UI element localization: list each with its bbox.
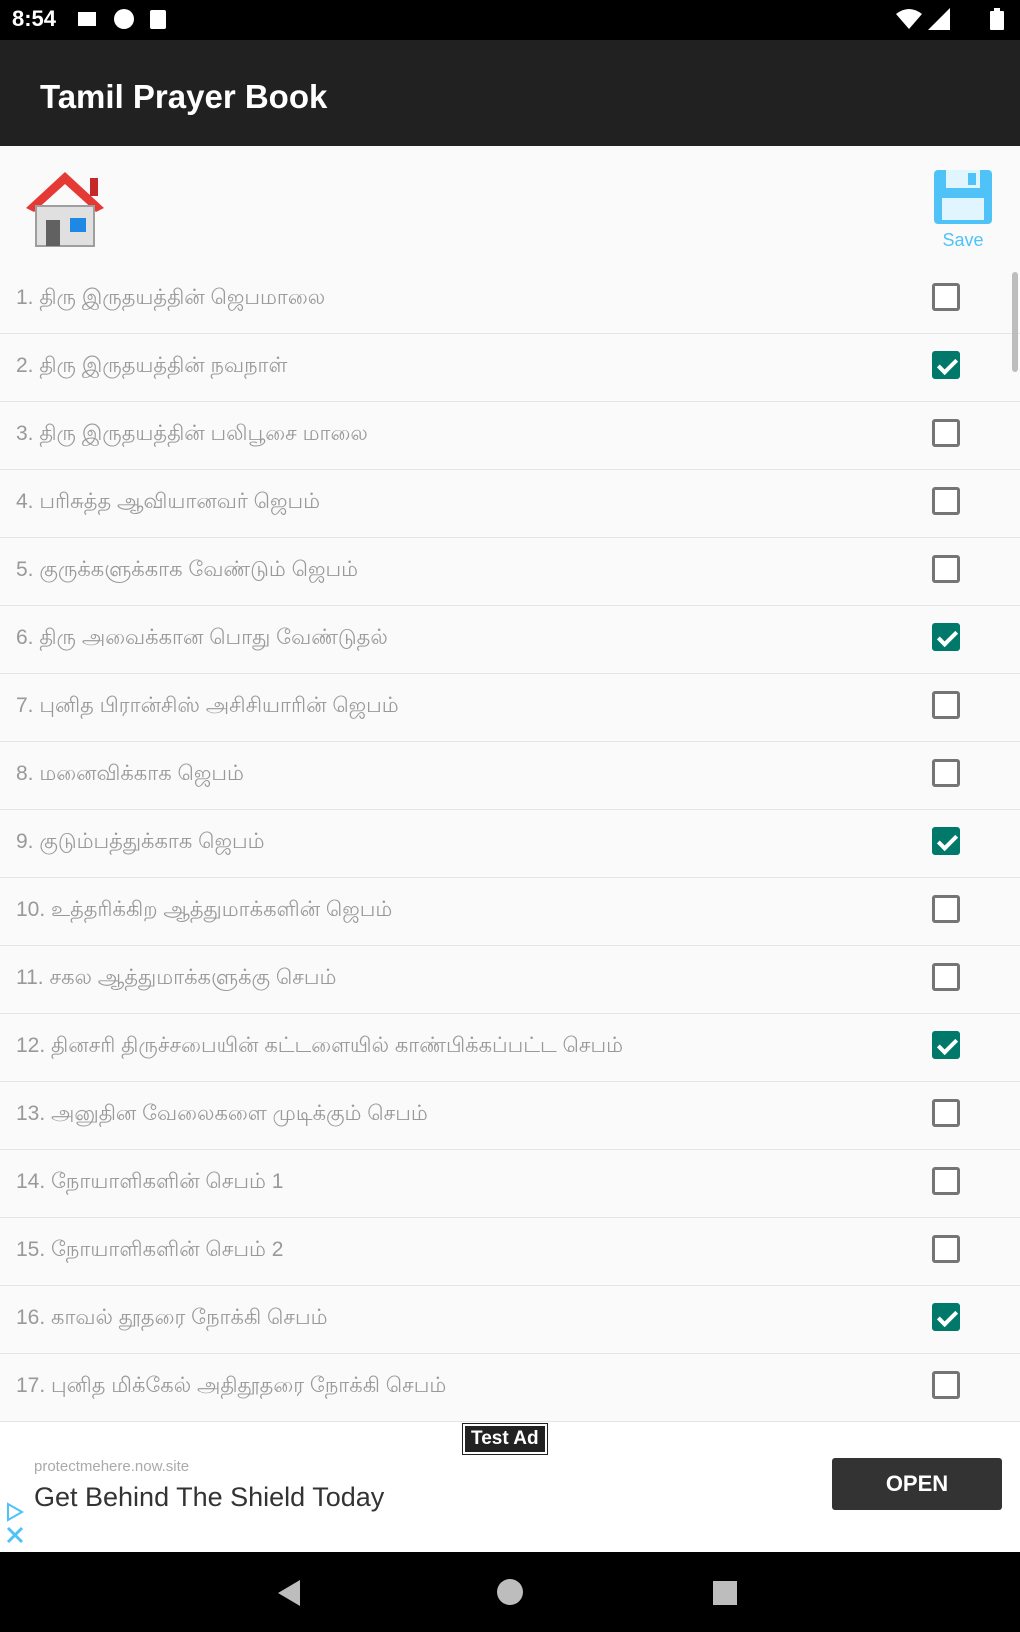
battery-icon [990, 8, 1004, 30]
save-icon [934, 170, 992, 224]
prayer-checkbox[interactable] [932, 963, 960, 991]
prayer-label[interactable]: 2. திரு இருதயத்தின் நவநாள் [16, 354, 287, 380]
prayer-checkbox[interactable] [932, 1167, 960, 1195]
prayer-label[interactable]: 12. தினசரி திருச்சபையின் கட்டளையில் காண்… [16, 1034, 623, 1060]
ad-banner[interactable]: Test Ad protectmehere.now.site Get Behin… [0, 1422, 1020, 1552]
prayer-label[interactable]: 17. புனித மிக்கேல் அதிதூதரை நோக்கி செபம் [16, 1374, 446, 1400]
prayer-label[interactable]: 13. அனுதின வேலைகளை முடிக்கும் செபம் [16, 1102, 428, 1128]
wifi-icon [896, 9, 922, 29]
prayer-row[interactable]: 8. மனைவிக்காக ஜெபம் [0, 742, 1020, 810]
home-button[interactable] [24, 170, 106, 248]
status-bar: 8:54 [0, 0, 1020, 40]
recents-icon[interactable] [712, 1580, 738, 1606]
prayer-row[interactable]: 10. உத்தரிக்கிற ஆத்துமாக்களின் ஜெபம் [0, 878, 1020, 946]
prayer-checkbox[interactable] [932, 283, 960, 311]
test-ad-badge: Test Ad [462, 1423, 548, 1455]
prayer-checkbox[interactable] [932, 827, 960, 855]
prayer-checkbox[interactable] [932, 1371, 960, 1399]
prayer-label[interactable]: 8. மனைவிக்காக ஜெபம் [16, 762, 244, 788]
ad-domain: protectmehere.now.site [34, 1458, 190, 1475]
app-title: Tamil Prayer Book [40, 78, 328, 115]
prayer-label[interactable]: 9. குடும்பத்துக்காக ஜெபம் [16, 830, 265, 856]
prayer-checkbox[interactable] [932, 1235, 960, 1263]
prayer-label[interactable]: 7. புனித பிரான்சிஸ் அசிசியாரின் ஜெபம் [16, 694, 399, 720]
prayer-row[interactable]: 7. புனித பிரான்சிஸ் அசிசியாரின் ஜெபம் [0, 674, 1020, 742]
prayer-checkbox[interactable] [932, 487, 960, 515]
ad-headline[interactable]: Get Behind The Shield Today [34, 1482, 384, 1513]
save-button[interactable]: Save [930, 166, 996, 250]
adchoices-icon[interactable] [4, 1502, 26, 1544]
prayer-row[interactable]: 13. அனுதின வேலைகளை முடிக்கும் செபம் [0, 1082, 1020, 1150]
prayer-checkbox[interactable] [932, 351, 960, 379]
prayer-row[interactable]: 12. தினசரி திருச்சபையின் கட்டளையில் காண்… [0, 1014, 1020, 1082]
action-row: Save [0, 146, 1020, 266]
prayer-label[interactable]: 10. உத்தரிக்கிற ஆத்துமாக்களின் ஜெபம் [16, 898, 392, 924]
prayer-row[interactable]: 5. குருக்களுக்காக வேண்டும் ஜெபம் [0, 538, 1020, 606]
back-icon[interactable] [276, 1578, 302, 1608]
prayer-checkbox[interactable] [932, 419, 960, 447]
prayer-label[interactable]: 16. காவல் தூதரை நோக்கி செபம் [16, 1306, 327, 1332]
prayer-row[interactable]: 15. நோயாளிகளின் செபம் 2 [0, 1218, 1020, 1286]
prayer-checkbox[interactable] [932, 555, 960, 583]
prayer-row[interactable]: 9. குடும்பத்துக்காக ஜெபம் [0, 810, 1020, 878]
signal-icon [928, 8, 950, 30]
prayer-label[interactable]: 1. திரு இருதயத்தின் ஜெபமாலை [16, 286, 325, 312]
prayer-row[interactable]: 4. பரிசுத்த ஆவியானவர் ஜெபம் [0, 470, 1020, 538]
prayer-label[interactable]: 14. நோயாளிகளின் செபம் 1 [16, 1170, 283, 1196]
prayer-list[interactable]: 1. திரு இருதயத்தின் ஜெபமாலை 2. திரு இருதய… [0, 266, 1020, 1422]
prayer-checkbox[interactable] [932, 1031, 960, 1059]
home-icon [26, 172, 104, 247]
prayer-checkbox[interactable] [932, 759, 960, 787]
prayer-checkbox[interactable] [932, 1303, 960, 1331]
status-time: 8:54 [12, 6, 57, 31]
navigation-bar [0, 1552, 1020, 1632]
prayer-checkbox[interactable] [932, 691, 960, 719]
prayer-row[interactable]: 3. திரு இருதயத்தின் பலிபூசை மாலை [0, 402, 1020, 470]
prayer-row[interactable]: 2. திரு இருதயத்தின் நவநாள் [0, 334, 1020, 402]
app-bar: Tamil Prayer Book [0, 40, 1020, 146]
notification-icons [78, 9, 166, 29]
save-label: Save [942, 230, 984, 250]
prayer-label[interactable]: 3. திரு இருதயத்தின் பலிபூசை மாலை [16, 422, 368, 448]
prayer-checkbox[interactable] [932, 623, 960, 651]
prayer-row[interactable]: 6. திரு அவைக்கான பொது வேண்டுதல் [0, 606, 1020, 674]
prayer-label[interactable]: 5. குருக்களுக்காக வேண்டும் ஜெபம் [16, 558, 358, 584]
prayer-label[interactable]: 11. சகல ஆத்துமாக்களுக்கு செபம் [16, 966, 336, 992]
prayer-row[interactable]: 17. புனித மிக்கேல் அதிதூதரை நோக்கி செபம் [0, 1354, 1020, 1422]
prayer-row[interactable]: 1. திரு இருதயத்தின் ஜெபமாலை [0, 266, 1020, 334]
prayer-row[interactable]: 14. நோயாளிகளின் செபம் 1 [0, 1150, 1020, 1218]
scrollbar[interactable] [1012, 272, 1018, 372]
prayer-label[interactable]: 15. நோயாளிகளின் செபம் 2 [16, 1238, 283, 1264]
home-nav-icon[interactable] [496, 1578, 524, 1606]
prayer-label[interactable]: 6. திரு அவைக்கான பொது வேண்டுதல் [16, 626, 388, 652]
prayer-checkbox[interactable] [932, 1099, 960, 1127]
prayer-row[interactable]: 16. காவல் தூதரை நோக்கி செபம் [0, 1286, 1020, 1354]
prayer-row[interactable]: 11. சகல ஆத்துமாக்களுக்கு செபம் [0, 946, 1020, 1014]
prayer-label[interactable]: 4. பரிசுத்த ஆவியானவர் ஜெபம் [16, 490, 320, 516]
prayer-checkbox[interactable] [932, 895, 960, 923]
ad-open-button[interactable]: OPEN [832, 1458, 1002, 1510]
